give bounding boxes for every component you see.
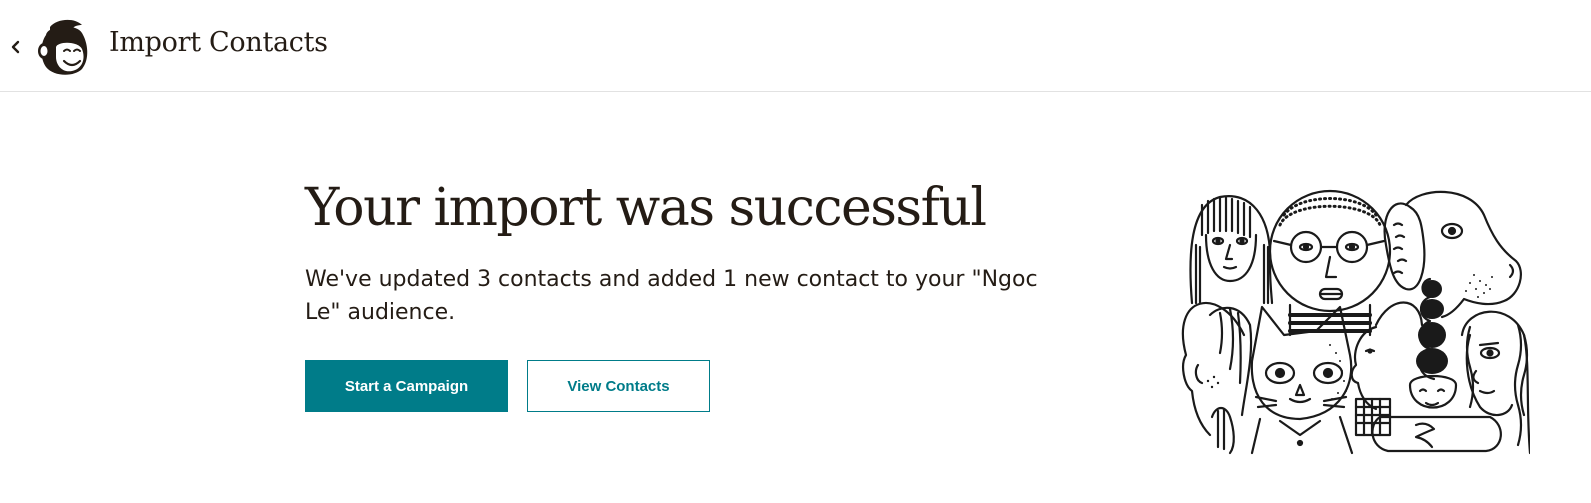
dog-figure <box>1383 190 1522 319</box>
woman-wavy-hair-figure <box>1460 310 1532 455</box>
success-headline: Your import was successful <box>305 178 987 238</box>
woman-bangs-figure <box>1189 195 1274 305</box>
man-glasses-figure <box>1268 189 1392 337</box>
cat-figure <box>1250 305 1354 455</box>
people-group-illustration-icon <box>1180 185 1532 457</box>
woman-profile-figure <box>1181 302 1253 455</box>
page-title: Import Contacts <box>109 27 328 58</box>
action-buttons: Start a Campaign View Contacts <box>305 360 1065 412</box>
view-contacts-button[interactable]: View Contacts <box>527 360 710 412</box>
top-bar: Import Contacts <box>0 0 1591 92</box>
mailchimp-logo-icon[interactable] <box>36 17 92 77</box>
success-content: Your import was successful We've updated… <box>305 175 1065 412</box>
import-summary-message: We've updated 3 contacts and added 1 new… <box>305 267 1038 325</box>
back-button[interactable] <box>4 34 26 60</box>
start-campaign-button[interactable]: Start a Campaign <box>305 360 508 412</box>
chevron-left-icon <box>11 40 20 54</box>
